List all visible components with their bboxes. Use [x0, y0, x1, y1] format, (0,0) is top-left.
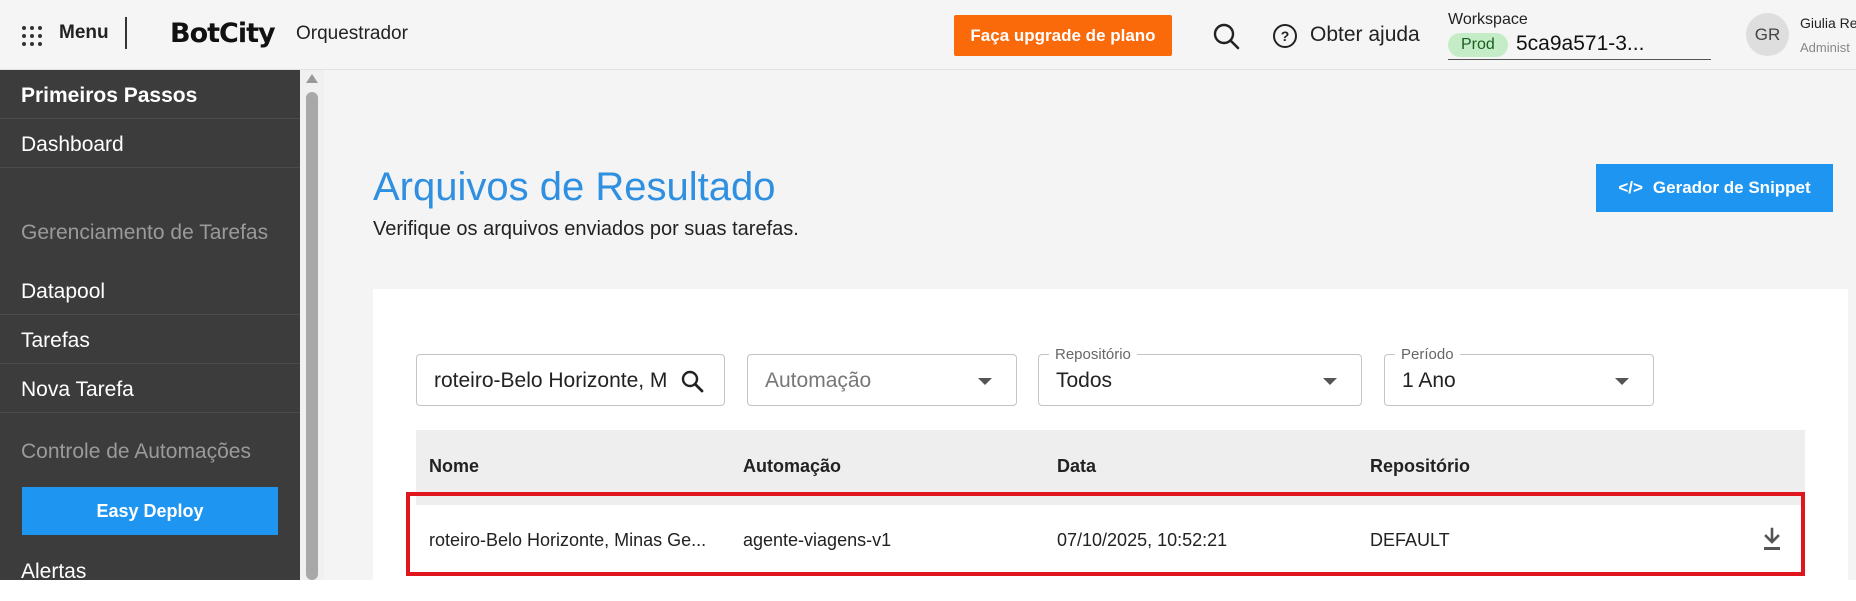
- column-header-name[interactable]: Nome: [429, 456, 479, 477]
- header-divider: [125, 17, 127, 49]
- sidebar-item-label: Tarefas: [21, 329, 90, 352]
- sidebar-scrollbar[interactable]: [300, 70, 324, 580]
- sidebar-item-label: Nova Tarefa: [21, 378, 134, 401]
- search-icon[interactable]: [680, 369, 704, 393]
- botcity-logo[interactable]: BotCity: [170, 18, 276, 49]
- chevron-down-icon: [1323, 378, 1337, 385]
- automation-placeholder: Automação: [765, 369, 872, 392]
- user-role: Administ: [1800, 40, 1850, 55]
- easy-deploy-button[interactable]: Easy Deploy: [22, 487, 278, 535]
- sidebar-item-label: Alertas: [21, 560, 87, 580]
- period-value: 1 Ano: [1402, 369, 1456, 392]
- sidebar: Primeiros Passos Dashboard Gerenciamento…: [0, 70, 300, 580]
- page-title: Arquivos de Resultado: [373, 165, 776, 209]
- search-icon[interactable]: [1212, 22, 1240, 50]
- sidebar-item-dashboard[interactable]: Dashboard: [0, 119, 300, 168]
- svg-text:?: ?: [1281, 28, 1290, 44]
- automation-select[interactable]: Automação: [747, 354, 1017, 406]
- sidebar-item-primeiros-passos[interactable]: Primeiros Passos: [0, 70, 300, 119]
- help-link[interactable]: Obter ajuda: [1310, 23, 1420, 47]
- search-field[interactable]: roteiro-Belo Horizonte, M: [416, 354, 725, 406]
- repository-legend: Repositório: [1049, 346, 1137, 363]
- search-input[interactable]: roteiro-Belo Horizonte, M: [434, 369, 667, 393]
- period-select[interactable]: Período 1 Ano: [1384, 346, 1654, 406]
- workspace-id: 5ca9a571-3...: [1516, 32, 1645, 55]
- repository-select[interactable]: Repositório Todos: [1038, 346, 1362, 406]
- sidebar-item-datapool[interactable]: Datapool: [0, 266, 300, 315]
- sidebar-section-automations: Controle de Automações: [21, 440, 251, 463]
- chevron-down-icon: [1615, 378, 1629, 385]
- sidebar-item-alertas[interactable]: Alertas: [0, 546, 300, 580]
- snippet-generator-button[interactable]: </> Gerador de Snippet: [1596, 164, 1833, 212]
- column-header-repository[interactable]: Repositório: [1370, 456, 1470, 477]
- code-icon: </>: [1618, 178, 1643, 197]
- upgrade-plan-button[interactable]: Faça upgrade de plano: [954, 15, 1172, 56]
- row-highlight-box: [406, 492, 1805, 576]
- scrollbar-thumb[interactable]: [306, 92, 318, 580]
- scroll-up-icon[interactable]: [306, 74, 318, 83]
- page-subtitle: Verifique os arquivos enviados por suas …: [373, 218, 799, 240]
- snippet-button-label: Gerador de Snippet: [1652, 178, 1811, 197]
- avatar[interactable]: GR: [1746, 13, 1789, 56]
- chevron-down-icon: [978, 378, 992, 385]
- repository-value: Todos: [1056, 369, 1113, 392]
- environment-badge: Prod: [1448, 33, 1508, 57]
- sidebar-item-label: Datapool: [21, 280, 106, 303]
- user-name[interactable]: Giulia Re: [1800, 15, 1856, 31]
- sidebar-item-nova-tarefa[interactable]: Nova Tarefa: [0, 364, 300, 413]
- menu-label[interactable]: Menu: [59, 22, 109, 44]
- help-circle-icon[interactable]: ?: [1272, 23, 1298, 49]
- top-bar: Menu BotCity Orquestrador Faça upgrade d…: [0, 0, 1856, 70]
- app-name: Orquestrador: [296, 23, 408, 44]
- sidebar-section-tasks: Gerenciamento de Tarefas: [21, 221, 269, 244]
- apps-grid-icon[interactable]: [20, 24, 44, 48]
- workspace-selector[interactable]: Prod 5ca9a571-3...: [1448, 32, 1711, 60]
- sidebar-item-tarefas[interactable]: Tarefas: [0, 315, 300, 364]
- column-header-date[interactable]: Data: [1057, 456, 1096, 477]
- sidebar-item-label: Primeiros Passos: [21, 84, 198, 107]
- column-header-automation[interactable]: Automação: [743, 456, 841, 477]
- period-legend: Período: [1395, 346, 1460, 363]
- sidebar-item-label: Dashboard: [21, 133, 124, 156]
- workspace-label: Workspace: [1448, 11, 1528, 28]
